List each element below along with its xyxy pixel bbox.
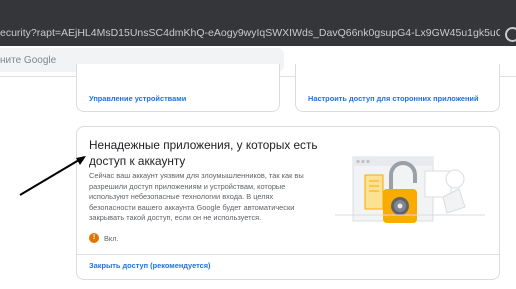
close-access-link[interactable]: Закрыть доступ (рекомендуется) — [89, 261, 211, 270]
address-bar-url[interactable]: ecurity?rapt=AEjHL4MsD15UnsSC4dmKhQ-eAog… — [0, 26, 500, 40]
browser-toolbar: ecurity?rapt=AEjHL4MsD15UnsSC4dmKhQ-eAog… — [0, 0, 516, 46]
card-description: Сейчас ваш аккаунт уязвим для злоумышлен… — [89, 171, 304, 223]
card-divider — [77, 254, 499, 255]
arrow-annotation — [19, 156, 86, 196]
status-text: Вкл. — [104, 234, 119, 243]
warning-icon: ! — [89, 233, 99, 243]
reload-icon[interactable] — [504, 26, 516, 42]
card-title: Ненадежные приложения, у которых есть до… — [89, 138, 318, 168]
manage-devices-link[interactable]: Управление устройствами — [89, 94, 186, 103]
padlock-illustration — [335, 156, 485, 223]
devices-card: Управление устройствами — [76, 64, 280, 112]
third-party-access-card: Настроить доступ для сторонних приложени… — [295, 64, 500, 112]
less-secure-apps-card: Ненадежные приложения, у которых есть до… — [76, 126, 500, 280]
third-party-access-link[interactable]: Настроить доступ для сторонних приложени… — [308, 94, 479, 103]
